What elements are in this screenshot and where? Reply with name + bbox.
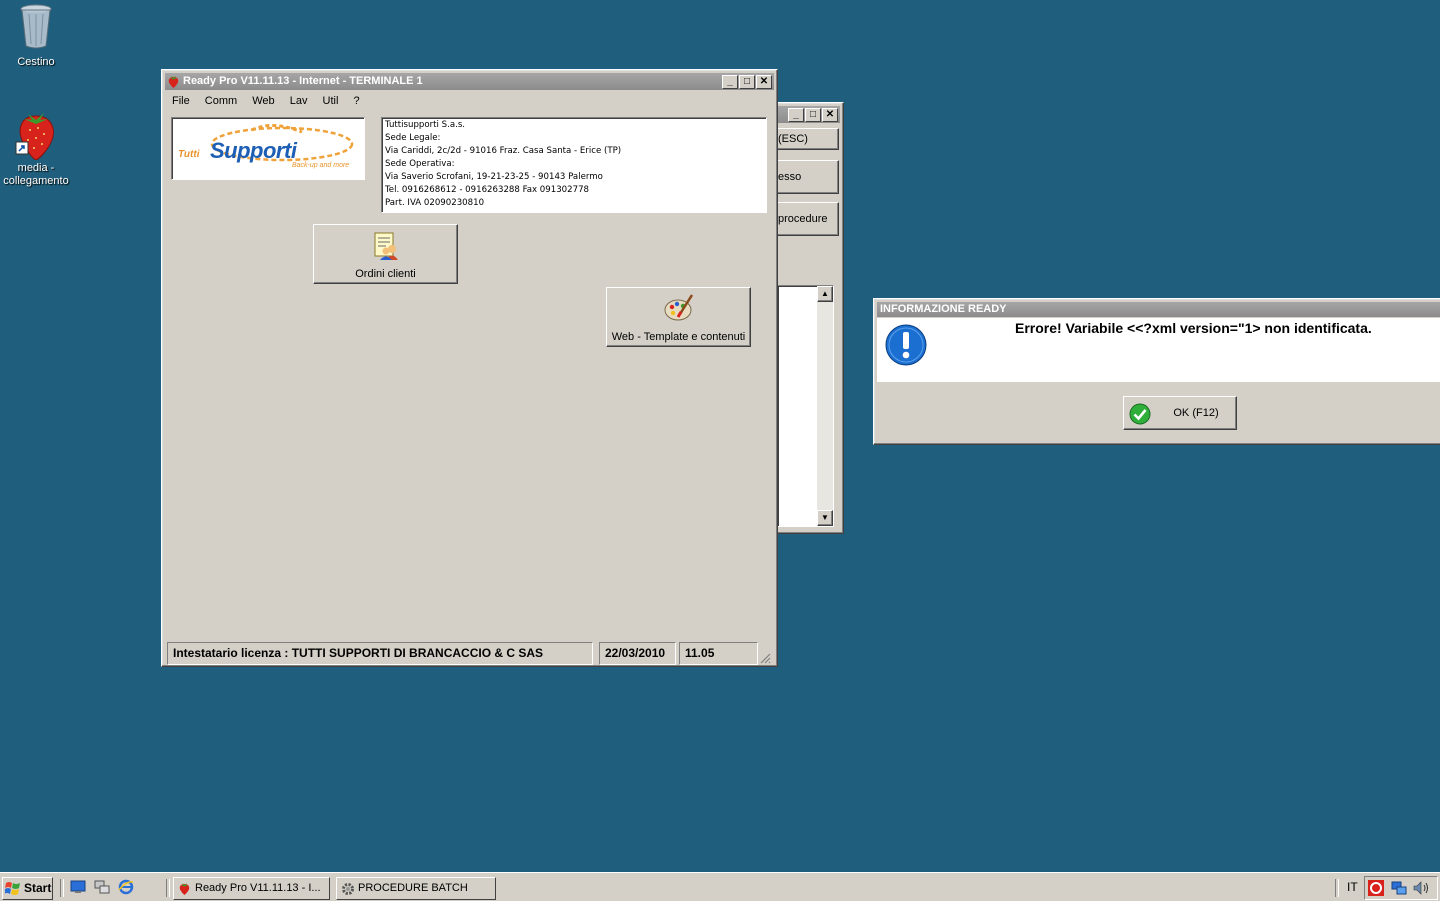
ordini-clienti-label: Ordini clienti [355, 268, 416, 280]
close-button[interactable]: ✕ [822, 108, 838, 122]
window-title: Ready Pro V11.11.13 - Internet - TERMINA… [183, 75, 423, 87]
desktop-icon-label: Cestino [17, 56, 55, 68]
company-logo: Tutti Supporti Back-up and more [171, 117, 365, 180]
taskbar: Start Ready Pro V11.11.13 - I... PROCEDU… [0, 872, 1440, 901]
minimize-button[interactable]: _ [722, 75, 738, 89]
task-label: PROCEDURE BATCH [358, 882, 468, 894]
info-exclamation-icon [885, 324, 927, 366]
dialog-titlebar[interactable]: INFORMAZIONE READY [877, 302, 1440, 317]
taskbar-divider [166, 879, 170, 897]
gear-icon [342, 883, 354, 895]
network-quicklaunch-icon[interactable] [94, 880, 110, 897]
menu-help[interactable]: ? [354, 95, 360, 107]
palette-brush-icon [664, 294, 694, 321]
scroll-up-arrow-icon[interactable]: ▲ [817, 286, 833, 302]
desktop-icon-recycle-bin[interactable]: Cestino [0, 2, 72, 69]
task-procedure-batch[interactable]: PROCEDURE BATCH [336, 877, 496, 900]
windows-logo-icon [5, 882, 20, 895]
vertical-scrollbar[interactable]: ▲ ▼ [817, 286, 833, 526]
info-line: Part. IVA 02090230810 [385, 198, 485, 208]
scroll-down-arrow-icon[interactable]: ▼ [817, 510, 833, 526]
menu-util[interactable]: Util [323, 95, 339, 107]
minimize-button[interactable]: _ [788, 108, 804, 122]
start-label: Start [24, 881, 52, 895]
show-desktop-icon[interactable] [70, 880, 86, 897]
ok-button[interactable]: OK (F12) [1123, 396, 1237, 430]
license-holder: Intestatario licenza : TUTTI SUPPORTI DI… [167, 642, 593, 665]
logo-prefix: Tutti [178, 149, 200, 160]
info-line: Sede Legale: [385, 133, 441, 143]
ordini-clienti-button[interactable]: Ordini clienti [313, 224, 458, 284]
menu-file[interactable]: File [172, 95, 190, 107]
status-bar: Intestatario licenza : TUTTI SUPPORTI DI… [167, 642, 773, 665]
desktop: { "desktop": { "icons": [ {"label": "Ces… [0, 0, 1440, 901]
status-date: 22/03/2010 [599, 642, 676, 665]
logo-tagline: Back-up and more [292, 162, 350, 169]
main-window-titlebar[interactable]: Ready Pro V11.11.13 - Internet - TERMINA… [165, 73, 774, 90]
strawberry-app-icon [167, 75, 180, 90]
access-button[interactable]: esso [777, 160, 839, 194]
taskbar-divider [60, 879, 64, 897]
status-time: 11.05 [679, 642, 758, 665]
procedure-batch-window[interactable]: _ □ ✕ (ESC) esso procedure ▲ ▼ [776, 102, 844, 534]
green-check-icon [1129, 403, 1151, 425]
antivirus-tray-icon[interactable] [1368, 880, 1384, 899]
recycle-bin-icon [18, 2, 54, 50]
customer-orders-icon [374, 232, 398, 260]
menu-lav[interactable]: Lav [290, 95, 308, 107]
procedure-button[interactable]: procedure [777, 202, 839, 236]
main-window[interactable]: Ready Pro V11.11.13 - Internet - TERMINA… [161, 69, 778, 667]
company-info-box: Tuttisupporti S.a.s. Sede Legale: Via Ca… [381, 117, 767, 213]
dialog-message: Errore! Variabile <<?xml version="1> non… [1015, 320, 1372, 336]
language-indicator[interactable]: IT [1347, 880, 1358, 894]
strawberry-shortcut-icon [14, 110, 58, 161]
info-line: Via Cariddi, 2c/2d - 91016 Fraz. Casa Sa… [385, 146, 622, 156]
logo-text: Supporti [210, 138, 297, 163]
resize-grip-icon[interactable] [759, 652, 771, 664]
volume-tray-icon[interactable] [1413, 880, 1431, 899]
task-label: Ready Pro V11.11.13 - I... [195, 882, 321, 894]
strawberry-app-icon [179, 883, 190, 895]
menu-web[interactable]: Web [252, 95, 274, 107]
info-line: Tel. 0916268612 - 0916263288 Fax 0913027… [385, 185, 590, 195]
company-name: Tuttisupporti S.a.s. [385, 120, 466, 130]
maximize-button[interactable]: □ [739, 75, 755, 89]
esc-button[interactable]: (ESC) [777, 128, 839, 150]
back-window-titlebar[interactable]: _ □ ✕ [777, 106, 840, 123]
internet-explorer-icon[interactable] [118, 879, 134, 898]
dialog-message-area: Errore! Variabile <<?xml version="1> non… [877, 318, 1440, 382]
info-dialog[interactable]: INFORMAZIONE READY Errore! Variabile <<?… [873, 298, 1440, 445]
ok-label: OK (F12) [1173, 407, 1219, 419]
web-template-button[interactable]: Web - Template e contenuti [606, 287, 751, 347]
info-line: Via Saverio Scrofani, 19-21-23-25 - 9014… [385, 172, 603, 182]
info-line: Sede Operativa: [385, 159, 455, 169]
menu-comm[interactable]: Comm [205, 95, 237, 107]
maximize-button[interactable]: □ [805, 108, 821, 122]
desktop-icon-label: media - collegamento [3, 162, 69, 187]
log-list[interactable]: ▲ ▼ [777, 285, 834, 527]
system-tray [1364, 876, 1438, 900]
taskbar-divider [1335, 879, 1339, 897]
web-template-label: Web - Template e contenuti [611, 331, 746, 343]
start-button[interactable]: Start [2, 877, 53, 900]
desktop-icon-media-shortcut[interactable]: media - collegamento [0, 110, 72, 188]
dialog-title: INFORMAZIONE READY [880, 303, 1007, 315]
close-button[interactable]: ✕ [756, 75, 772, 89]
network-tray-icon[interactable] [1391, 880, 1407, 899]
menu-bar: File Comm Web Lav Util ? [172, 95, 372, 107]
task-ready-pro[interactable]: Ready Pro V11.11.13 - I... [173, 877, 330, 900]
